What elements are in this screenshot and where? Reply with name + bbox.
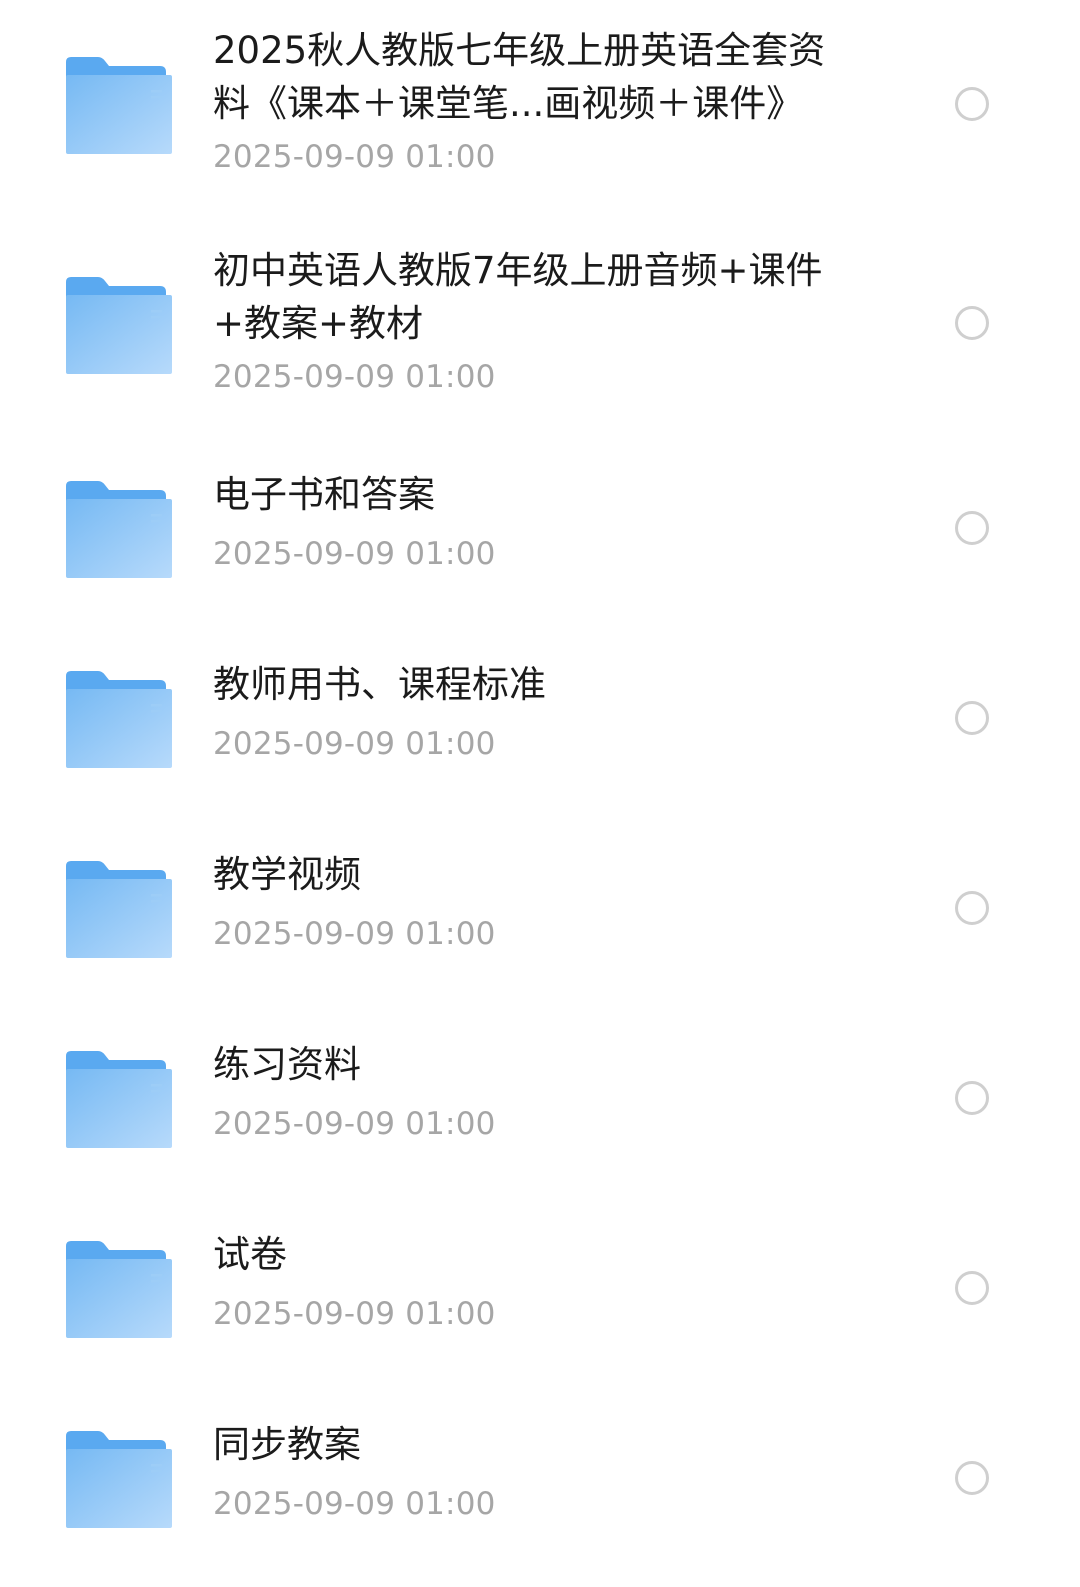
file-date: 2025-09-09 01:00 xyxy=(213,1106,496,1142)
file-row[interactable]: 教师用书、课程标准 2025-09-09 01:00 xyxy=(0,620,1080,810)
file-row[interactable]: 电子书和答案 2025-09-09 01:00 xyxy=(0,430,1080,620)
folder-icon xyxy=(64,858,172,958)
file-date: 2025-09-09 01:00 xyxy=(213,726,496,762)
select-radio-button[interactable] xyxy=(955,1081,989,1115)
select-radio-button[interactable] xyxy=(955,1461,989,1495)
folder-icon xyxy=(64,274,172,374)
file-row[interactable]: 初中英语人教版7年级上册音频+课件+教案+教材 2025-09-09 01:00 xyxy=(0,212,1080,430)
folder-icon xyxy=(64,1428,172,1528)
file-row[interactable]: 练习资料 2025-09-09 01:00 xyxy=(0,1000,1080,1190)
file-date: 2025-09-09 01:00 xyxy=(213,359,496,395)
folder-icon xyxy=(64,1048,172,1148)
file-list: 2025秋人教版七年级上册英语全套资料《课本＋课堂笔...画视频＋课件》 202… xyxy=(0,0,1080,1587)
file-row[interactable]: 教学视频 2025-09-09 01:00 xyxy=(0,810,1080,1000)
folder-icon xyxy=(64,668,172,768)
file-date: 2025-09-09 01:00 xyxy=(213,916,496,952)
select-radio-button[interactable] xyxy=(955,306,989,340)
select-radio-button[interactable] xyxy=(955,891,989,925)
select-radio-button[interactable] xyxy=(955,701,989,735)
file-date: 2025-09-09 01:00 xyxy=(213,1296,496,1332)
file-row[interactable]: 同步教案 2025-09-09 01:00 xyxy=(0,1380,1080,1570)
file-date: 2025-09-09 01:00 xyxy=(213,1486,496,1522)
file-name: 练习资料 xyxy=(213,1043,361,1086)
folder-icon xyxy=(64,54,172,154)
folder-icon xyxy=(64,1238,172,1338)
file-row[interactable]: 2025秋人教版七年级上册英语全套资料《课本＋课堂笔...画视频＋课件》 202… xyxy=(0,0,1080,212)
file-name: 教学视频 xyxy=(213,853,361,896)
select-radio-button[interactable] xyxy=(955,511,989,545)
file-date: 2025-09-09 01:00 xyxy=(213,536,496,572)
select-radio-button[interactable] xyxy=(955,87,989,121)
file-row[interactable]: 试卷 2025-09-09 01:00 xyxy=(0,1190,1080,1380)
file-name: 初中英语人教版7年级上册音频+课件+教案+教材 xyxy=(213,249,823,345)
file-name: 同步教案 xyxy=(213,1423,361,1466)
select-radio-button[interactable] xyxy=(955,1271,989,1305)
file-name: 电子书和答案 xyxy=(213,473,435,516)
file-name: 2025秋人教版七年级上册英语全套资料《课本＋课堂笔...画视频＋课件》 xyxy=(213,29,826,125)
file-name: 试卷 xyxy=(213,1233,287,1276)
file-name: 教师用书、课程标准 xyxy=(213,663,546,706)
folder-icon xyxy=(64,478,172,578)
file-date: 2025-09-09 01:00 xyxy=(213,139,496,175)
